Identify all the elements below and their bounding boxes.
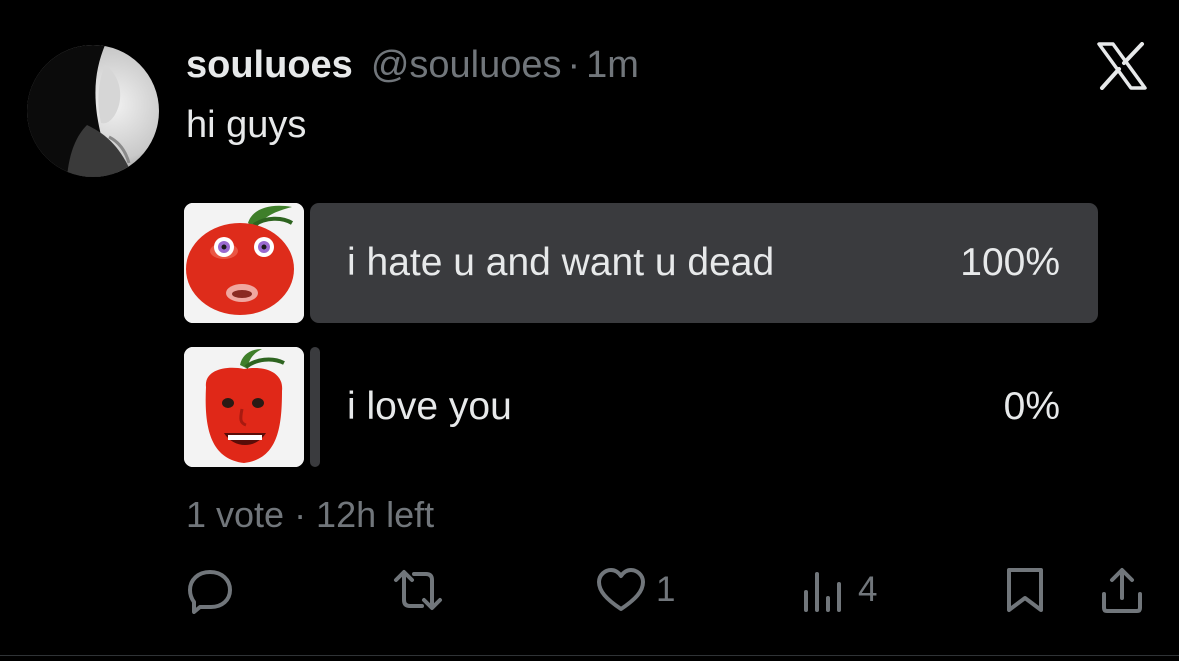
poll-option[interactable]: i hate u and want u dead 100% (184, 203, 1098, 323)
bookmark-button[interactable] (1004, 560, 1046, 620)
poll-option-percent: 0% (1003, 385, 1060, 428)
retweet-icon (394, 570, 442, 610)
retweet-button[interactable] (392, 560, 444, 620)
views-count: 4 (858, 570, 878, 609)
divider (0, 655, 1179, 656)
avatar[interactable] (27, 45, 159, 177)
views-button[interactable]: 4 (800, 560, 877, 620)
tomato-face-icon (184, 203, 304, 323)
user-handle[interactable]: @souluoes (371, 40, 562, 90)
poll-option[interactable]: i love you 0% (184, 347, 1098, 467)
separator-dot: · (567, 44, 581, 86)
poll-option-label: i hate u and want u dead (347, 241, 775, 284)
reply-button[interactable] (186, 560, 234, 620)
heart-icon (597, 568, 645, 611)
poll-option-label: i love you (347, 385, 512, 428)
poll-option-image (184, 347, 304, 467)
share-button[interactable] (1098, 560, 1146, 620)
share-icon (1102, 568, 1142, 613)
like-count: 1 (656, 570, 676, 609)
poll-option-result-bar (310, 347, 320, 467)
display-name[interactable]: souluoes (186, 40, 353, 90)
poll-option-percent: 100% (960, 241, 1060, 284)
timestamp[interactable]: 1m (586, 40, 639, 90)
like-button[interactable]: 1 (596, 560, 675, 620)
pepper-face-icon (184, 347, 304, 467)
poll-meta: 1 vote · 12h left (186, 494, 435, 535)
tweet-header: souluoes @souluoes · 1m (186, 40, 639, 90)
tweet-text: hi guys (186, 104, 307, 146)
reply-icon (188, 570, 232, 614)
views-icon (804, 572, 841, 612)
action-bar: 1 4 (0, 560, 1179, 620)
x-logo-icon[interactable] (1096, 42, 1148, 90)
avatar-image (27, 45, 159, 177)
bookmark-icon (1007, 568, 1043, 612)
poll-option-image (184, 203, 304, 323)
